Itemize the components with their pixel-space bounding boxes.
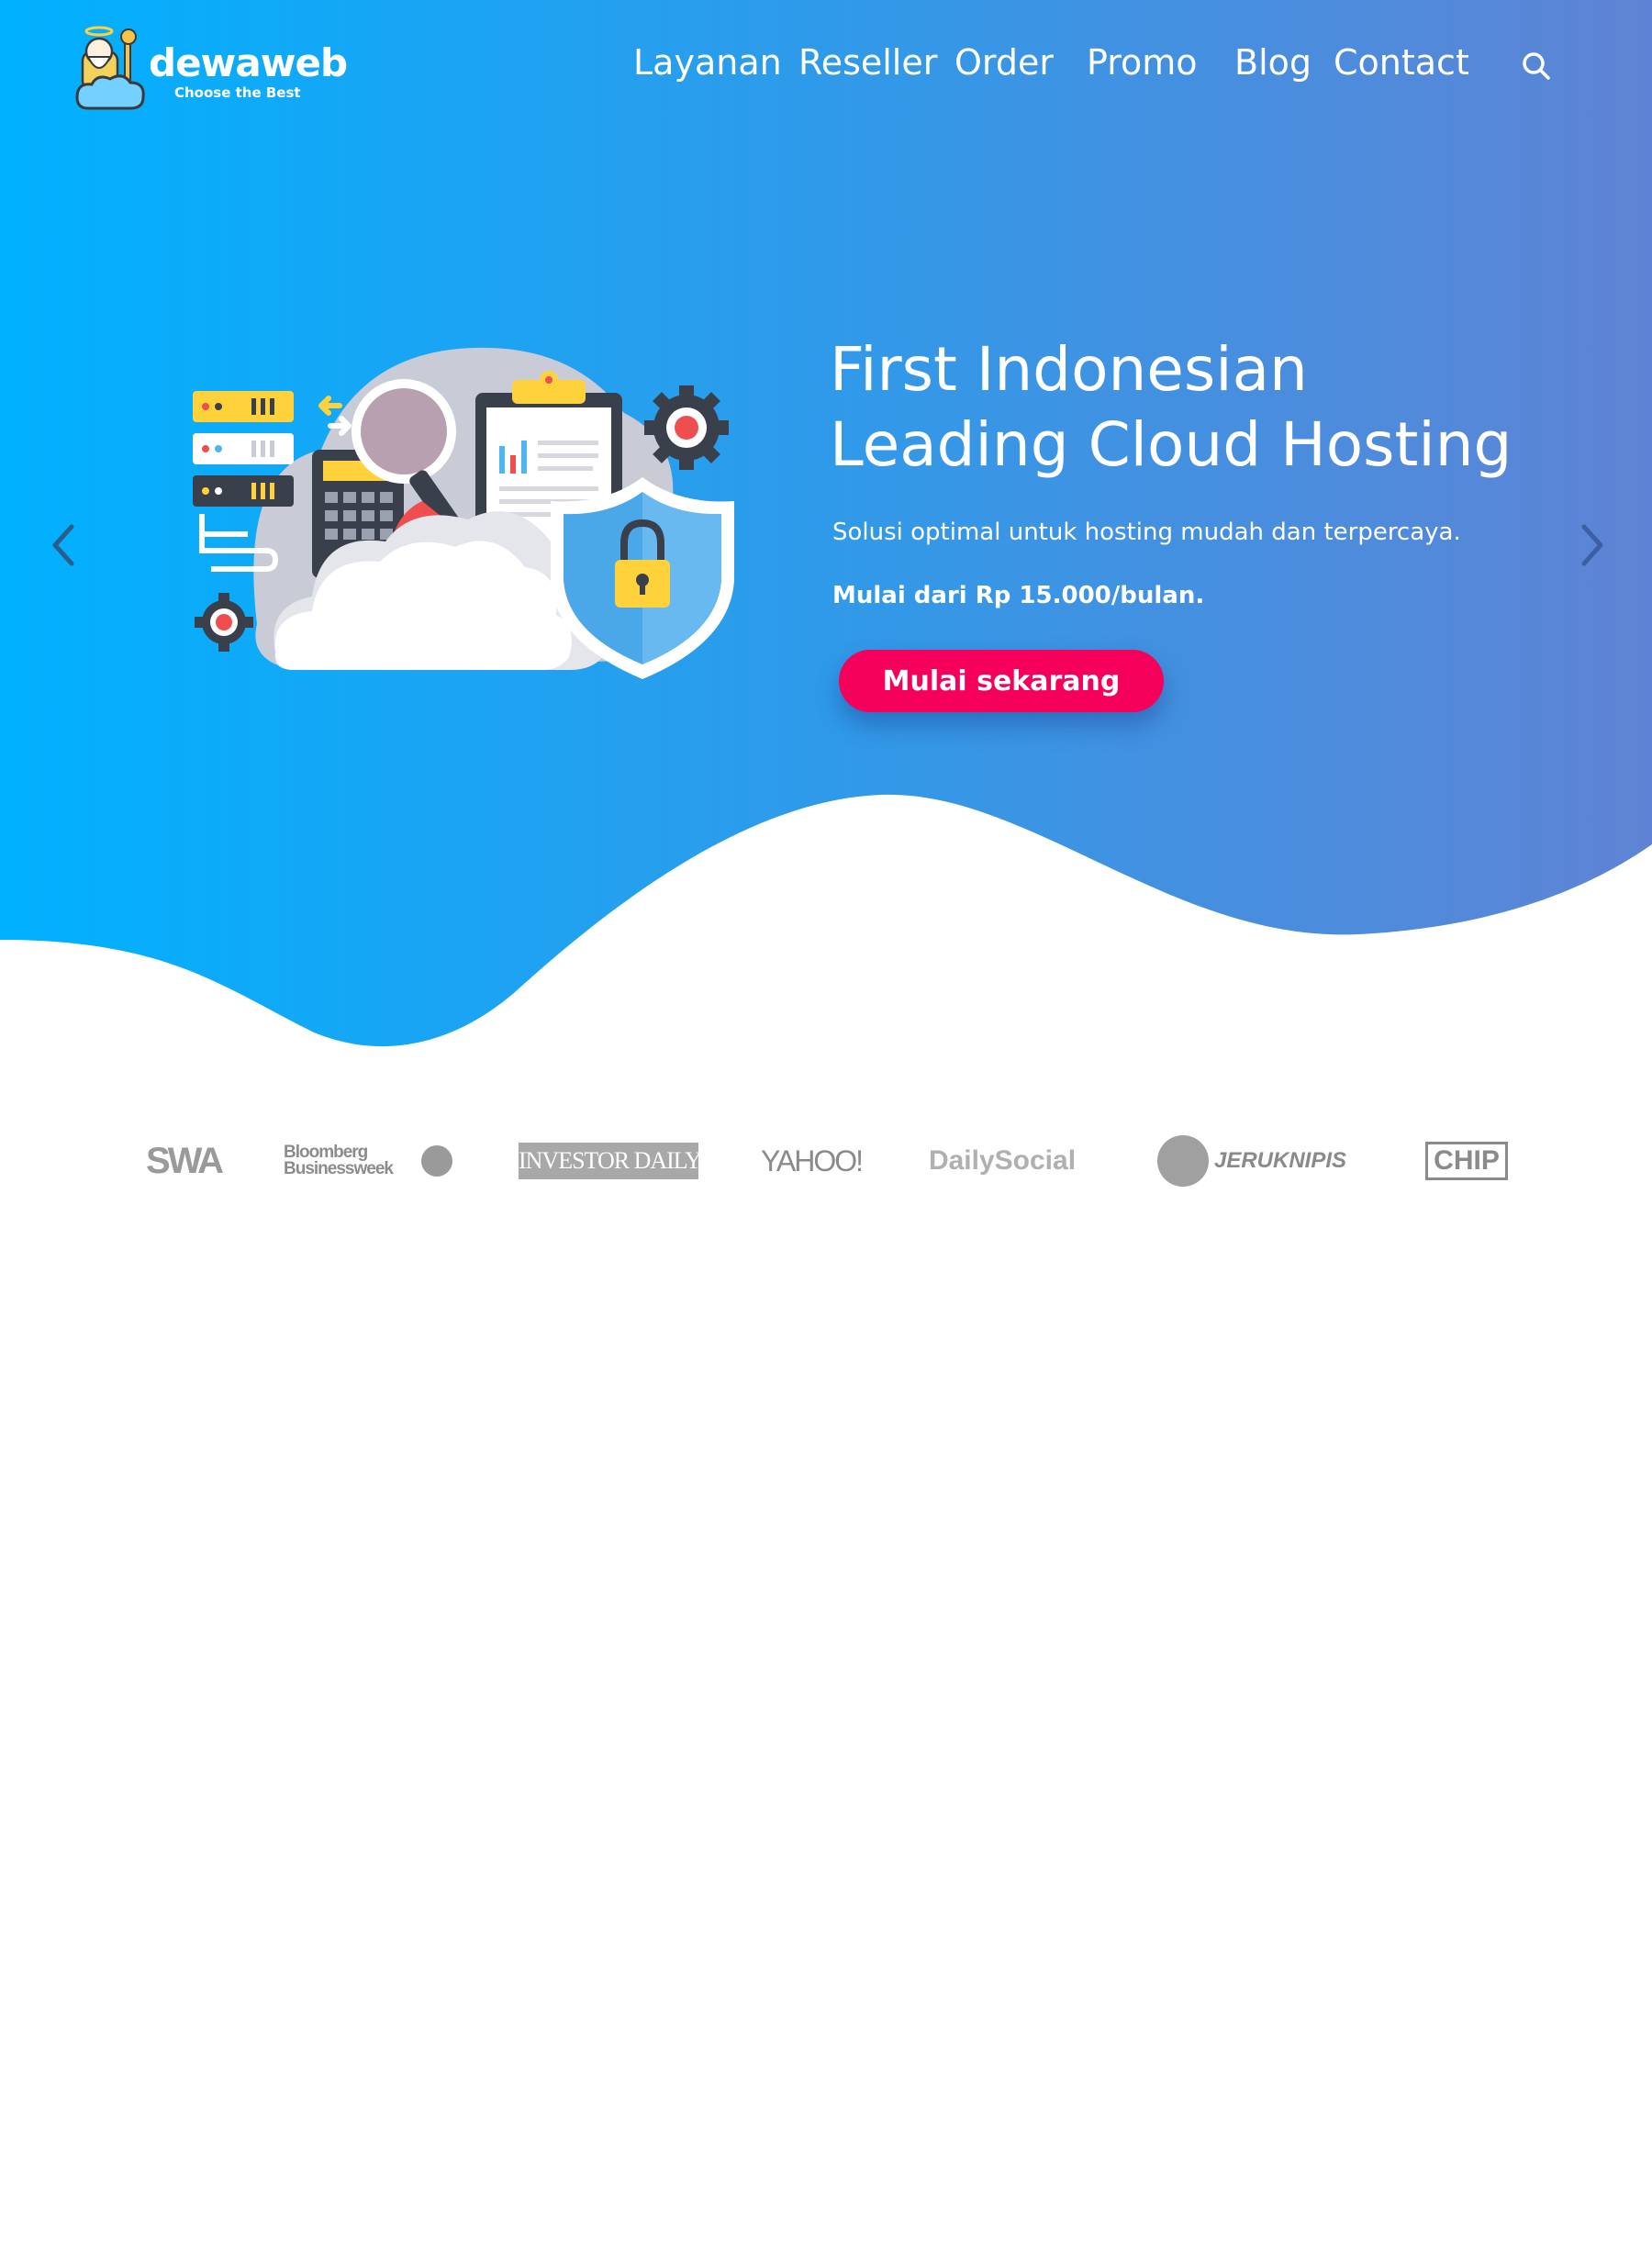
press-logo-bloomberg: Bloomberg Businessweek — [281, 1115, 455, 1207]
nav-item-promo[interactable]: Promo — [1087, 42, 1198, 83]
hero-title-line-2: Leading Cloud Hosting — [830, 409, 1512, 480]
search-icon[interactable] — [1521, 50, 1552, 82]
chevron-right-icon[interactable] — [1573, 519, 1610, 571]
chevron-left-icon[interactable] — [46, 519, 83, 571]
nav-item-contact[interactable]: Contact — [1334, 42, 1469, 83]
nav-item-layanan[interactable]: Layanan — [633, 42, 782, 83]
main-nav: Layanan Reseller Order Promo Blog Contac… — [0, 42, 1652, 97]
press-logo-circle — [1156, 1135, 1209, 1187]
hero-price: Mulai dari Rp 15.000/bulan. — [832, 582, 1205, 609]
nav-item-reseller[interactable]: Reseller — [798, 42, 937, 83]
nav-item-order[interactable]: Order — [954, 42, 1054, 83]
press-logo-yahoo: YAHOO! — [760, 1144, 864, 1177]
press-logo-chip: CHIP — [1423, 1115, 1511, 1207]
nav-item-blog[interactable]: Blog — [1234, 42, 1312, 83]
hero-title: First Indonesian Leading Cloud Hosting — [830, 332, 1582, 483]
press-logo-swa: SWA — [145, 1140, 224, 1181]
hero-title-line-1: First Indonesian — [830, 334, 1308, 405]
press-logo-dailysocial: DailySocial — [928, 1145, 1077, 1176]
hero-subtitle: Solusi optimal untuk hosting mudah dan t… — [832, 519, 1461, 546]
press-logo-badge — [421, 1145, 452, 1177]
hero-section: dewaweb Choose the Best Layanan Reseller… — [0, 0, 1652, 1234]
press-logo-jeruknipis: JERUKNIPIS — [1142, 1115, 1362, 1207]
hosting-illustration — [193, 347, 734, 679]
press-logo-investor-daily: INVESTOR DAILY — [518, 1115, 702, 1207]
gear-icon — [644, 385, 729, 470]
press-logos: SWA Bloomberg Businessweek INVESTOR DAIL… — [0, 1115, 1652, 1207]
start-now-button[interactable]: Mulai sekarang — [839, 650, 1164, 712]
gear-icon — [195, 593, 253, 652]
